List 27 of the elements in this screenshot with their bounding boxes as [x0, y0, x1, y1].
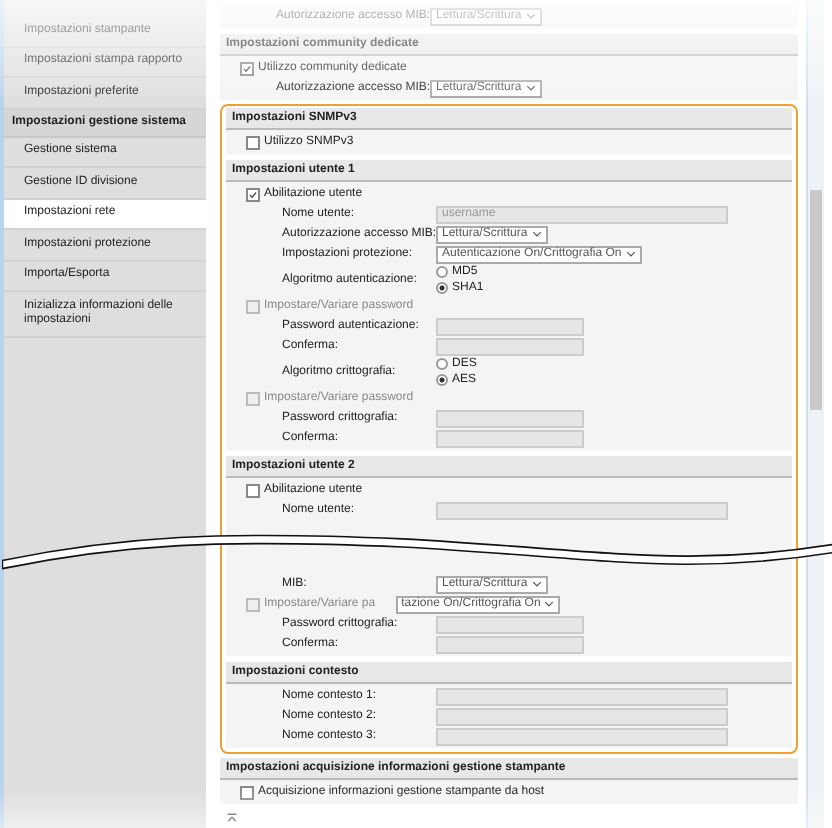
- input-field[interactable]: [436, 687, 728, 705]
- radio-button[interactable]: [436, 373, 448, 386]
- chevron-icon: [525, 84, 536, 92]
- input-field[interactable]: [436, 337, 584, 355]
- input-field[interactable]: [436, 409, 584, 427]
- chevron-icon: [531, 580, 542, 588]
- input-field[interactable]: [436, 615, 584, 633]
- chevron-icon: [531, 230, 542, 238]
- checkbox[interactable]: [240, 61, 254, 75]
- radio-button[interactable]: [436, 358, 448, 371]
- chevron-icon: [625, 250, 636, 258]
- checkbox[interactable]: [246, 135, 260, 149]
- scrollbar[interactable]: [806, 0, 824, 828]
- input-field[interactable]: [436, 429, 584, 447]
- checkbox[interactable]: [246, 483, 260, 497]
- chevron-icon: [544, 600, 555, 608]
- checkbox[interactable]: [246, 187, 260, 201]
- radio-button[interactable]: [436, 266, 448, 279]
- input-field[interactable]: [436, 317, 584, 335]
- input-field[interactable]: [436, 635, 584, 653]
- checkbox[interactable]: [240, 785, 254, 799]
- input-field[interactable]: [436, 501, 728, 519]
- chevron-icon: [525, 12, 536, 20]
- back-to-top-icon[interactable]: [226, 812, 238, 824]
- input-field[interactable]: [436, 727, 728, 745]
- input-field[interactable]: [436, 707, 728, 725]
- radio-button[interactable]: [436, 281, 448, 294]
